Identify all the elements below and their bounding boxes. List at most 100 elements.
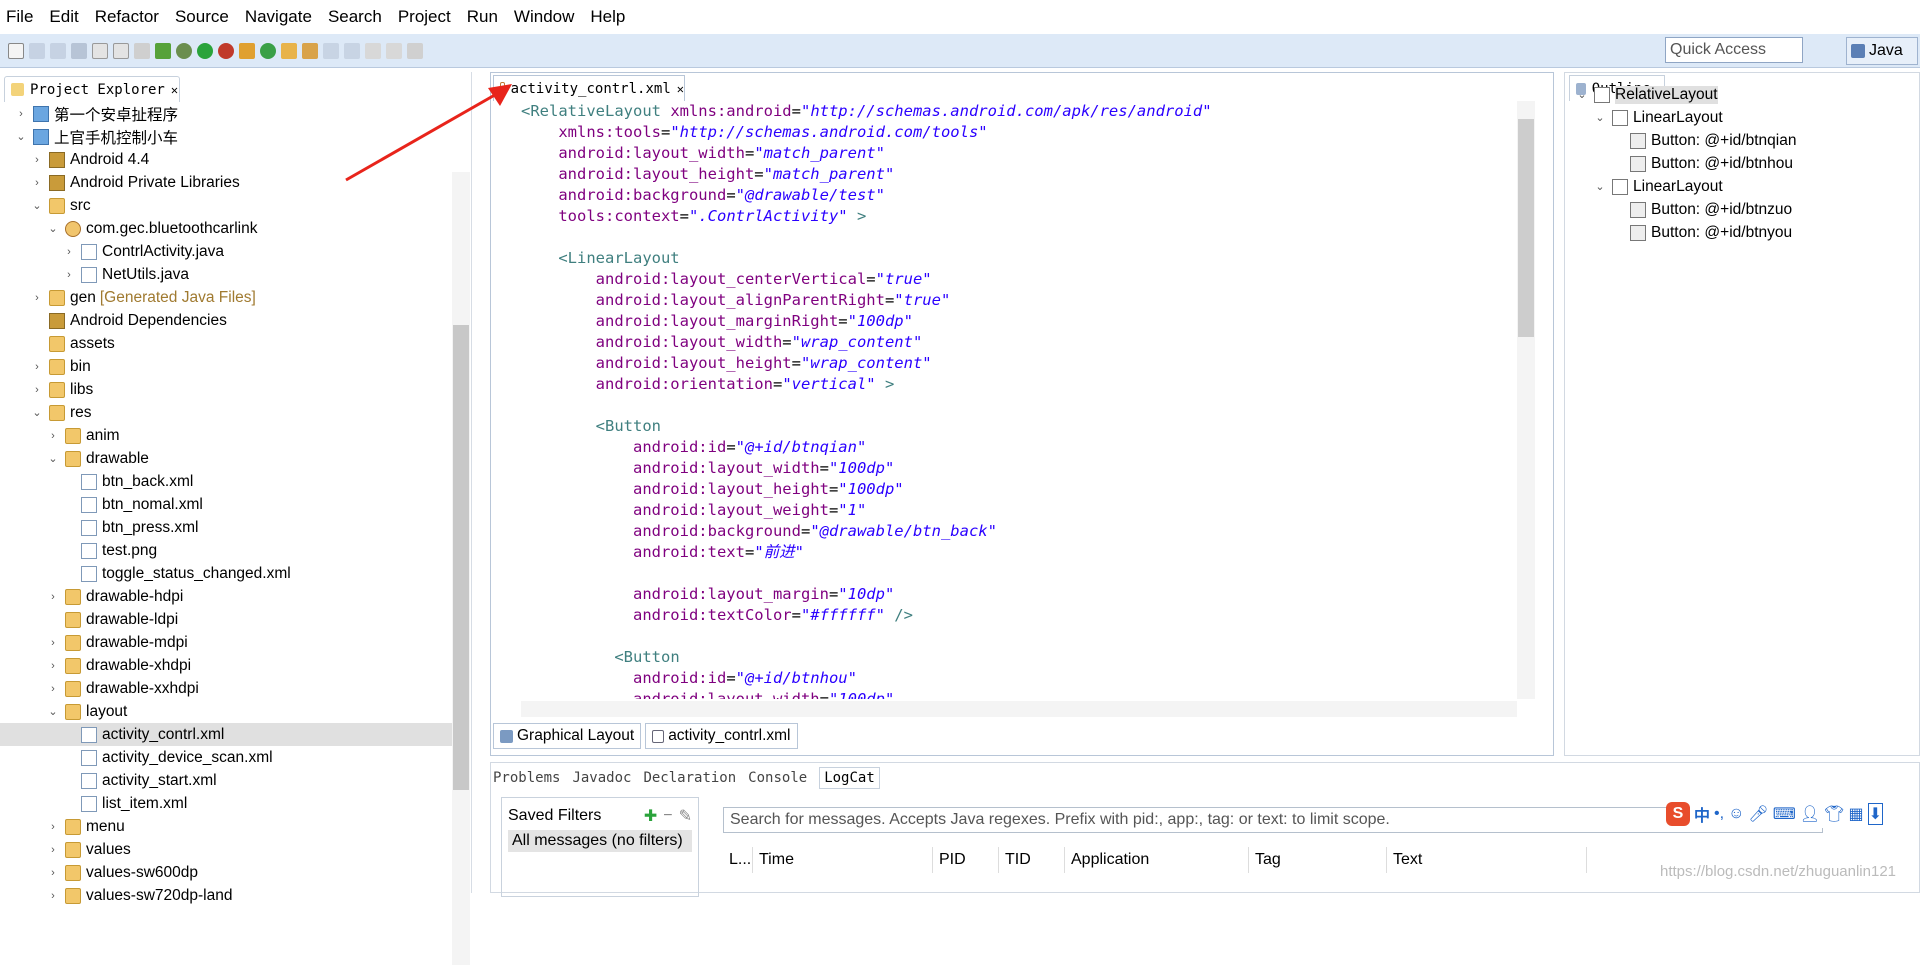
chevron-down-icon[interactable]: ⌄ — [14, 130, 28, 143]
save-all-icon[interactable] — [50, 42, 66, 59]
tab-graphical-layout[interactable]: Graphical Layout — [493, 723, 642, 749]
outline-item[interactable]: Button: @+id/btnzuo — [1575, 198, 1920, 221]
column-header[interactable]: Application — [1065, 847, 1249, 873]
menu-project[interactable]: Project — [398, 7, 451, 27]
menu-navigate[interactable]: Navigate — [245, 7, 312, 27]
back-icon[interactable] — [365, 42, 381, 59]
ime-language-toggle[interactable]: 中 — [1694, 802, 1710, 826]
menu-help[interactable]: Help — [590, 7, 625, 27]
project-explorer-tab[interactable]: Project Explorer ✕ — [4, 76, 180, 102]
chevron-down-icon[interactable]: ⌄ — [1593, 111, 1607, 124]
chevron-down-icon[interactable]: ⌄ — [1575, 88, 1589, 101]
editor-tab[interactable]: activity_contrl.xml ✕ — [493, 75, 685, 101]
pin-editor-icon[interactable] — [407, 42, 423, 59]
chevron-right-icon[interactable]: › — [62, 246, 76, 258]
menu-window[interactable]: Window — [514, 7, 574, 27]
toolbox-icon[interactable]: ▦ — [1848, 804, 1863, 824]
add-filter-icon[interactable]: ✚ — [644, 806, 657, 826]
new-class-icon[interactable] — [260, 42, 276, 59]
tree-item[interactable]: › drawable-xhdpi — [0, 654, 455, 677]
chevron-right-icon[interactable]: › — [46, 591, 60, 603]
outline-item[interactable]: ⌄ LinearLayout — [1575, 106, 1920, 129]
outline-item[interactable]: Button: @+id/btnhou — [1575, 152, 1920, 175]
tree-item[interactable]: activity_start.xml — [0, 769, 455, 792]
chevron-right-icon[interactable]: › — [30, 384, 44, 396]
chevron-down-icon[interactable]: ⌄ — [46, 705, 60, 718]
tab-declaration[interactable]: Declaration — [643, 770, 736, 786]
quick-access-input[interactable]: Quick Access — [1665, 37, 1803, 63]
logcat-search-input[interactable]: Search for messages. Accepts Java regexe… — [723, 807, 1823, 833]
tree-item[interactable]: › anim — [0, 424, 455, 447]
download-icon[interactable]: ⬇ — [1867, 803, 1883, 825]
tree-item[interactable]: › drawable-mdpi — [0, 631, 455, 654]
edit-filter-icon[interactable]: ✎ — [679, 806, 692, 826]
chevron-right-icon[interactable]: › — [46, 844, 60, 856]
chevron-right-icon[interactable]: › — [30, 177, 44, 189]
chevron-right-icon[interactable]: › — [46, 890, 60, 902]
tree-item[interactable]: list_item.xml — [0, 792, 455, 815]
scrollbar-thumb[interactable] — [1518, 119, 1534, 337]
tree-item[interactable]: btn_nomal.xml — [0, 493, 455, 516]
menu-refactor[interactable]: Refactor — [95, 7, 159, 27]
tab-xml-source[interactable]: activity_contrl.xml — [645, 723, 798, 749]
new-icon[interactable] — [8, 42, 24, 59]
tab-problems[interactable]: Problems — [493, 770, 560, 786]
outline-item[interactable]: Button: @+id/btnqian — [1575, 129, 1920, 152]
keyboard-icon[interactable]: ⌨ — [1773, 804, 1796, 824]
chevron-down-icon[interactable]: ⌄ — [1593, 180, 1607, 193]
punctuation-icon[interactable]: •, — [1714, 805, 1724, 823]
tree-item[interactable]: › ContrlActivity.java — [0, 240, 455, 263]
menu-run[interactable]: Run — [467, 7, 498, 27]
sogou-logo-icon[interactable]: S — [1666, 802, 1690, 826]
tree-item[interactable]: › NetUtils.java — [0, 263, 455, 286]
column-header[interactable]: Text — [1387, 847, 1587, 873]
chevron-right-icon[interactable]: › — [46, 430, 60, 442]
column-header[interactable]: Time — [753, 847, 933, 873]
tree-item[interactable]: btn_back.xml — [0, 470, 455, 493]
tree-item[interactable]: › values-sw720dp-land — [0, 884, 455, 907]
tree-item[interactable]: › bin — [0, 355, 455, 378]
tree-item[interactable]: activity_device_scan.xml — [0, 746, 455, 769]
chevron-down-icon[interactable]: ⌄ — [46, 222, 60, 235]
tree-item[interactable]: btn_press.xml — [0, 516, 455, 539]
tree-item[interactable]: ⌄ layout — [0, 700, 455, 723]
tree-item[interactable]: › drawable-hdpi — [0, 585, 455, 608]
column-header[interactable]: Tag — [1249, 847, 1387, 873]
chevron-down-icon[interactable]: ⌄ — [30, 406, 44, 419]
tree-item[interactable]: › values-sw600dp — [0, 861, 455, 884]
remove-filter-icon[interactable]: − — [663, 807, 672, 825]
column-header[interactable]: L... — [723, 847, 753, 873]
chevron-right-icon[interactable]: › — [14, 108, 28, 120]
tree-item[interactable]: › values — [0, 838, 455, 861]
menu-source[interactable]: Source — [175, 7, 229, 27]
chevron-right-icon[interactable]: › — [30, 154, 44, 166]
tab-logcat[interactable]: LogCat — [819, 767, 880, 789]
user-icon[interactable]: 👤︎ — [1800, 804, 1820, 824]
tree-item[interactable]: Android Dependencies — [0, 309, 455, 332]
outline-item[interactable]: Button: @+id/btnyou — [1575, 221, 1920, 244]
chevron-right-icon[interactable]: › — [30, 292, 44, 304]
lint-icon[interactable] — [134, 42, 150, 59]
outline-item[interactable]: ⌄ LinearLayout — [1575, 175, 1920, 198]
debug-icon[interactable] — [176, 42, 192, 59]
close-icon[interactable]: ✕ — [677, 82, 684, 96]
search-toolbar-icon[interactable] — [302, 42, 318, 59]
tree-item[interactable]: ⌄ src — [0, 194, 455, 217]
tree-item[interactable]: › libs — [0, 378, 455, 401]
print-icon[interactable] — [71, 42, 87, 59]
scrollbar-thumb[interactable] — [453, 325, 469, 790]
column-header[interactable]: PID — [933, 847, 999, 873]
chevron-right-icon[interactable]: › — [30, 361, 44, 373]
code-area[interactable]: <RelativeLayout xmlns:android="http://sc… — [521, 101, 1521, 699]
tree-item[interactable]: toggle_status_changed.xml — [0, 562, 455, 585]
tree-item[interactable]: test.png — [0, 539, 455, 562]
tree-item[interactable]: activity_contrl.xml — [0, 723, 455, 746]
tree-item[interactable]: ⌄ drawable — [0, 447, 455, 470]
java-perspective-button[interactable]: Java — [1846, 37, 1918, 65]
microphone-icon[interactable]: 🎤︎ — [1748, 804, 1768, 824]
open-type-icon[interactable] — [281, 42, 297, 59]
outline-item[interactable]: ⌄ RelativeLayout — [1575, 83, 1920, 106]
tab-javadoc[interactable]: Javadoc — [572, 770, 631, 786]
external-tools-icon[interactable] — [218, 42, 234, 59]
tree-item[interactable]: ⌄ com.gec.bluetoothcarlink — [0, 217, 455, 240]
